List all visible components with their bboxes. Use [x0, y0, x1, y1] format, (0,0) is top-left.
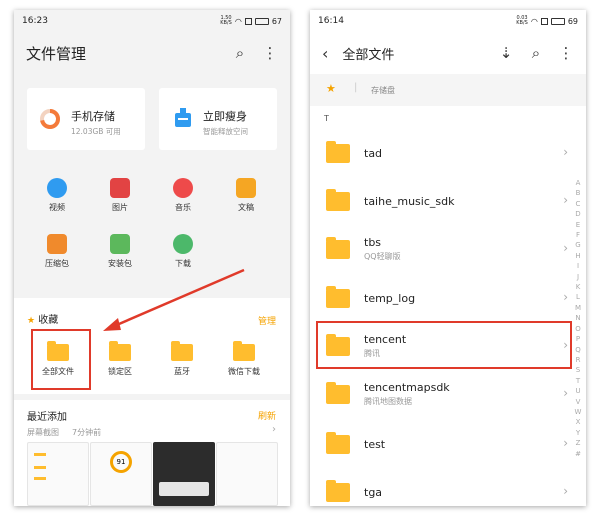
alphabet-letter[interactable]: I — [573, 261, 583, 271]
folder-name: taihe_music_sdk — [364, 194, 455, 208]
chevron-right-icon: › — [563, 241, 568, 255]
breadcrumb-item[interactable]: 存储盘 — [371, 85, 395, 96]
breadcrumb: ★ | 存储盘 — [310, 74, 586, 106]
alphabet-letter[interactable]: B — [573, 188, 583, 198]
folder-row[interactable]: tad › — [310, 129, 586, 177]
alphabet-letter[interactable]: Y — [573, 428, 583, 438]
alphabet-letter[interactable]: L — [573, 292, 583, 302]
chevron-right-icon: › — [563, 484, 568, 498]
tencent-highlight — [316, 321, 572, 369]
alphabet-letter[interactable]: U — [573, 386, 583, 396]
chevron-right-icon: › — [563, 145, 568, 159]
alphabet-letter[interactable]: F — [573, 230, 583, 240]
alphabet-letter[interactable]: D — [573, 209, 583, 219]
folder-icon — [326, 479, 350, 502]
alphabet-letter[interactable]: A — [573, 178, 583, 188]
status-time: 16:14 — [318, 16, 344, 26]
folder-name: tga — [364, 485, 383, 499]
folder-row[interactable]: test › — [310, 420, 586, 468]
alphabet-letter[interactable]: V — [573, 397, 583, 407]
more-icon[interactable]: ⋮ — [558, 44, 574, 62]
page-title: 全部文件 — [342, 47, 395, 63]
alphabet-letter[interactable]: N — [573, 313, 583, 323]
folder-name: tbs — [364, 236, 382, 249]
folder-icon — [326, 381, 350, 404]
folder-row[interactable]: tga › — [310, 468, 586, 506]
folder-icon — [326, 431, 350, 454]
all-files-screen: 16:14 0.03 KB/S ◠ 69 ‹ 全部文件 ⇣ ⌕ ⋮ ★ | 存储盘… — [310, 10, 586, 506]
app-bar: ‹ 全部文件 ⇣ ⌕ ⋮ — [310, 32, 586, 74]
folder-desc: 腾讯地图数据 — [364, 397, 412, 406]
alphabet-letter[interactable]: R — [573, 355, 583, 365]
folder-icon — [326, 236, 350, 259]
folder-row[interactable]: temp_log › — [310, 274, 586, 322]
alphabet-letter[interactable]: P — [573, 334, 583, 344]
alphabet-letter[interactable]: Z — [573, 438, 583, 448]
folder-row[interactable]: taihe_music_sdk › — [310, 177, 586, 225]
folder-name: temp_log — [364, 291, 416, 305]
chevron-right-icon: › — [563, 193, 568, 207]
sim-icon — [540, 17, 548, 25]
back-arrow-icon[interactable]: ‹ — [322, 44, 328, 63]
chevron-right-icon: › — [563, 290, 568, 304]
alphabet-letter[interactable]: S — [573, 365, 583, 375]
folder-name: tencentmapsdk — [364, 381, 450, 394]
wifi-icon: ◠ — [530, 16, 538, 26]
chevron-right-icon: › — [563, 386, 568, 400]
alphabet-letter[interactable]: J — [573, 272, 583, 282]
alphabet-letter[interactable]: C — [573, 199, 583, 209]
folder-name: tad — [364, 146, 383, 160]
separator: | — [354, 82, 358, 93]
alphabet-index[interactable]: A B C D E F G H I J K L M N O P Q R S T U V W X Y Z # — [573, 178, 583, 459]
net-unit: KB/S — [516, 20, 528, 26]
alphabet-letter[interactable]: Q — [573, 345, 583, 355]
chevron-right-icon: › — [563, 436, 568, 450]
folder-icon — [326, 188, 350, 211]
folder-row[interactable]: tbs QQ轻聊版 › — [310, 225, 586, 273]
alphabet-letter[interactable]: O — [573, 324, 583, 334]
alphabet-letter[interactable]: T — [573, 376, 583, 386]
battery-level: 69 — [567, 16, 578, 26]
search-icon[interactable]: ⌕ — [528, 44, 544, 62]
alphabet-letter[interactable]: G — [573, 240, 583, 250]
alphabet-letter[interactable]: H — [573, 251, 583, 261]
folder-desc: QQ轻聊版 — [364, 252, 401, 261]
section-letter: T — [324, 114, 329, 123]
alphabet-letter[interactable]: # — [573, 449, 583, 459]
sort-icon[interactable]: ⇣ — [498, 44, 514, 62]
alphabet-letter[interactable]: X — [573, 417, 583, 427]
folder-icon — [326, 285, 350, 308]
alphabet-letter[interactable]: K — [573, 282, 583, 292]
battery-icon — [550, 17, 565, 25]
star-icon[interactable]: ★ — [326, 82, 336, 95]
alphabet-letter[interactable]: E — [573, 220, 583, 230]
alphabet-letter[interactable]: M — [573, 303, 583, 313]
folder-row[interactable]: tencentmapsdk 腾讯地图数据 › — [310, 370, 586, 418]
folder-name: test — [364, 437, 386, 451]
status-bar: 16:14 0.03 KB/S ◠ 69 — [310, 10, 586, 32]
alphabet-letter[interactable]: W — [573, 407, 583, 417]
folder-icon — [326, 140, 350, 163]
